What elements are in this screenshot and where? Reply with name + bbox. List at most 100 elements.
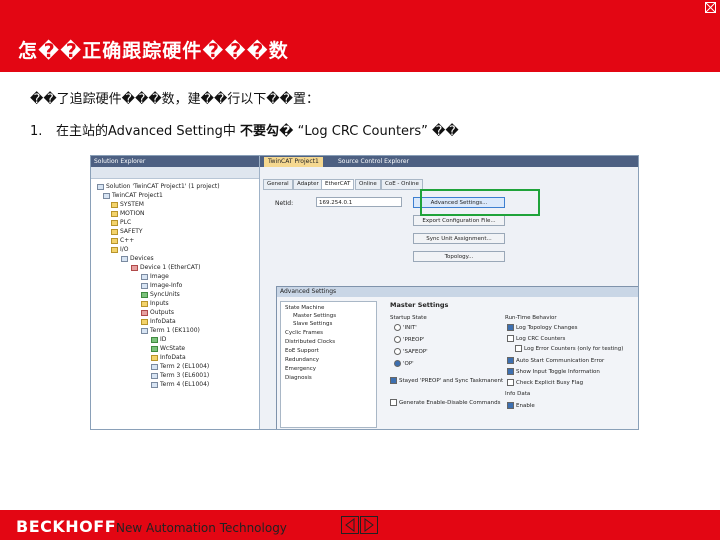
tab-coe-online[interactable]: CoE - Online [381, 179, 423, 190]
close-icon[interactable] [705, 2, 716, 13]
checkbox-icon [515, 345, 522, 352]
solution-explorer-panel: Solution Explorer Solution 'TwinCAT Proj… [91, 156, 260, 429]
dialog-tree-item[interactable]: Distributed Clocks [285, 338, 335, 346]
image-icon [141, 273, 148, 280]
tab-online[interactable]: Online [355, 179, 381, 190]
folder-icon [111, 210, 118, 217]
tab-source-control[interactable]: Source Control Explorer [334, 157, 413, 167]
tree-item[interactable]: I/O [111, 245, 129, 254]
document-tabs: TwinCAT Project1 Source Control Explorer [260, 156, 638, 167]
tree-item[interactable]: ID [151, 335, 166, 344]
state-op[interactable]: 'OP' [394, 360, 414, 367]
check-auto-start-comm[interactable]: Auto Start Communication Error [507, 357, 604, 364]
state-init[interactable]: 'INIT' [394, 324, 417, 331]
tree-item[interactable]: Term 4 (EL1004) [151, 380, 209, 389]
check-stayed-preop[interactable]: Stayed 'PREOP' and Sync Taskmanent [390, 377, 503, 384]
check-show-input-toggle[interactable]: Show Input Toggle Information [507, 368, 600, 375]
state-safeop[interactable]: 'SAFEOP' [394, 348, 428, 355]
triangle-right-icon [364, 518, 374, 532]
tree-item[interactable]: PLC [111, 218, 131, 227]
project-icon [103, 192, 110, 199]
tab-adapter[interactable]: Adapter [293, 179, 323, 190]
tab-twincat-project[interactable]: TwinCAT Project1 [264, 157, 323, 167]
checkbox-checked-icon [507, 368, 514, 375]
tree-item[interactable]: SAFETY [111, 227, 143, 236]
tree-item[interactable]: Device 1 (EtherCAT) [131, 263, 200, 272]
dialog-tree-item[interactable]: Redundancy [285, 356, 319, 364]
tab-general[interactable]: General [263, 179, 293, 190]
dialog-tree-item[interactable]: Slave Settings [293, 320, 332, 328]
radio-icon [394, 324, 401, 331]
check-log-error-counters[interactable]: Log Error Counters (only for testing) [515, 345, 623, 352]
tree-item[interactable]: Term 2 (EL1004) [151, 362, 209, 371]
step-text-after: “Log CRC Counters” �� [297, 124, 459, 139]
solution-explorer-title: Solution Explorer [91, 156, 259, 167]
dialog-tree-item[interactable]: Master Settings [293, 312, 336, 320]
header-bar: 怎��正确跟踪硬件���数 [0, 0, 720, 72]
check-explicit-busy[interactable]: Check Explicit Busy Flag [507, 379, 583, 386]
dialog-title: Advanced Settings [277, 287, 638, 297]
check-info-enable[interactable]: Enable [507, 402, 535, 409]
topology-button[interactable]: Topology... [413, 251, 505, 262]
dialog-tree-item[interactable]: EoE Support [285, 347, 319, 355]
folder-icon [111, 228, 118, 235]
tree-item[interactable]: Solution 'TwinCAT Project1' (1 project) [97, 182, 220, 191]
step-text-before: 在主站的Advanced Setting中 [56, 124, 236, 139]
folder-icon [111, 201, 118, 208]
tree-item[interactable]: Devices [121, 254, 154, 263]
dialog-tree-item[interactable]: State Machine [285, 304, 324, 312]
sync-unit-button[interactable]: Sync Unit Assignment... [413, 233, 505, 244]
infodata-icon [141, 318, 148, 325]
netid-label: NetId: [275, 200, 294, 207]
tree-item[interactable]: TwinCAT Project1 [103, 191, 163, 200]
check-log-topology[interactable]: Log Topology Changes [507, 324, 578, 331]
dialog-tree-item[interactable]: Diagnosis [285, 374, 312, 382]
checkbox-icon [507, 379, 514, 386]
dialog-tree-item[interactable]: Cyclic Frames [285, 329, 323, 337]
dialog-tree-item[interactable]: Emergency [285, 365, 316, 373]
step-number: 1. [30, 124, 43, 139]
terminal-icon [151, 372, 158, 379]
tree-item[interactable]: InfoData [151, 353, 186, 362]
twincat-screenshot: Solution Explorer Solution 'TwinCAT Proj… [90, 155, 639, 430]
solution-explorer-toolbar [91, 167, 259, 179]
tree-item[interactable]: C++ [111, 236, 134, 245]
netid-field[interactable]: 169.254.0.1 [316, 197, 402, 207]
state-preop[interactable]: 'PREOP' [394, 336, 424, 343]
tree-item[interactable]: InfoData [141, 317, 176, 326]
tree-item[interactable]: Term 1 (EK1100) [141, 326, 200, 335]
tree-item[interactable]: Outputs [141, 308, 174, 317]
advanced-settings-dialog: Advanced Settings State Machine Master S… [276, 286, 638, 429]
tree-item[interactable]: Term 3 (EL6001) [151, 371, 209, 380]
wcstate-icon [151, 345, 158, 352]
prev-slide-button[interactable] [341, 516, 359, 534]
terminal-icon [151, 363, 158, 370]
startup-state-label: Startup State [390, 315, 427, 321]
tree-item[interactable]: Inputs [141, 299, 169, 308]
inputs-icon [141, 300, 148, 307]
next-slide-button[interactable] [360, 516, 378, 534]
highlight-box [420, 189, 540, 216]
check-generate-enable[interactable]: Generate Enable-Disable Commands [390, 399, 500, 406]
step-text-bold: 不要勾� [240, 124, 294, 139]
tree-item[interactable]: Image [141, 272, 169, 281]
sync-icon [141, 291, 148, 298]
tree-item[interactable]: WcState [151, 344, 185, 353]
tree-item[interactable]: SYSTEM [111, 200, 144, 209]
check-log-crc-counters[interactable]: Log CRC Counters [507, 335, 565, 342]
tree-item[interactable]: MOTION [111, 209, 145, 218]
checkbox-checked-icon [507, 402, 514, 409]
tab-ethercat[interactable]: EtherCAT [321, 179, 355, 190]
page-title: 怎��正确跟踪硬件���数 [18, 40, 289, 62]
image-icon [141, 282, 148, 289]
tree-item[interactable]: Image-Info [141, 281, 182, 290]
checkbox-icon [507, 335, 514, 342]
runtime-behavior-label: Run-Time Behavior [505, 315, 557, 321]
terminal-icon [141, 327, 148, 334]
export-config-button[interactable]: Export Configuration File... [413, 215, 505, 226]
id-icon [151, 336, 158, 343]
tree-item[interactable]: SyncUnits [141, 290, 180, 299]
master-settings-title: Master Settings [390, 301, 449, 309]
ethercat-device-icon [131, 264, 138, 271]
infodata-icon [151, 354, 158, 361]
